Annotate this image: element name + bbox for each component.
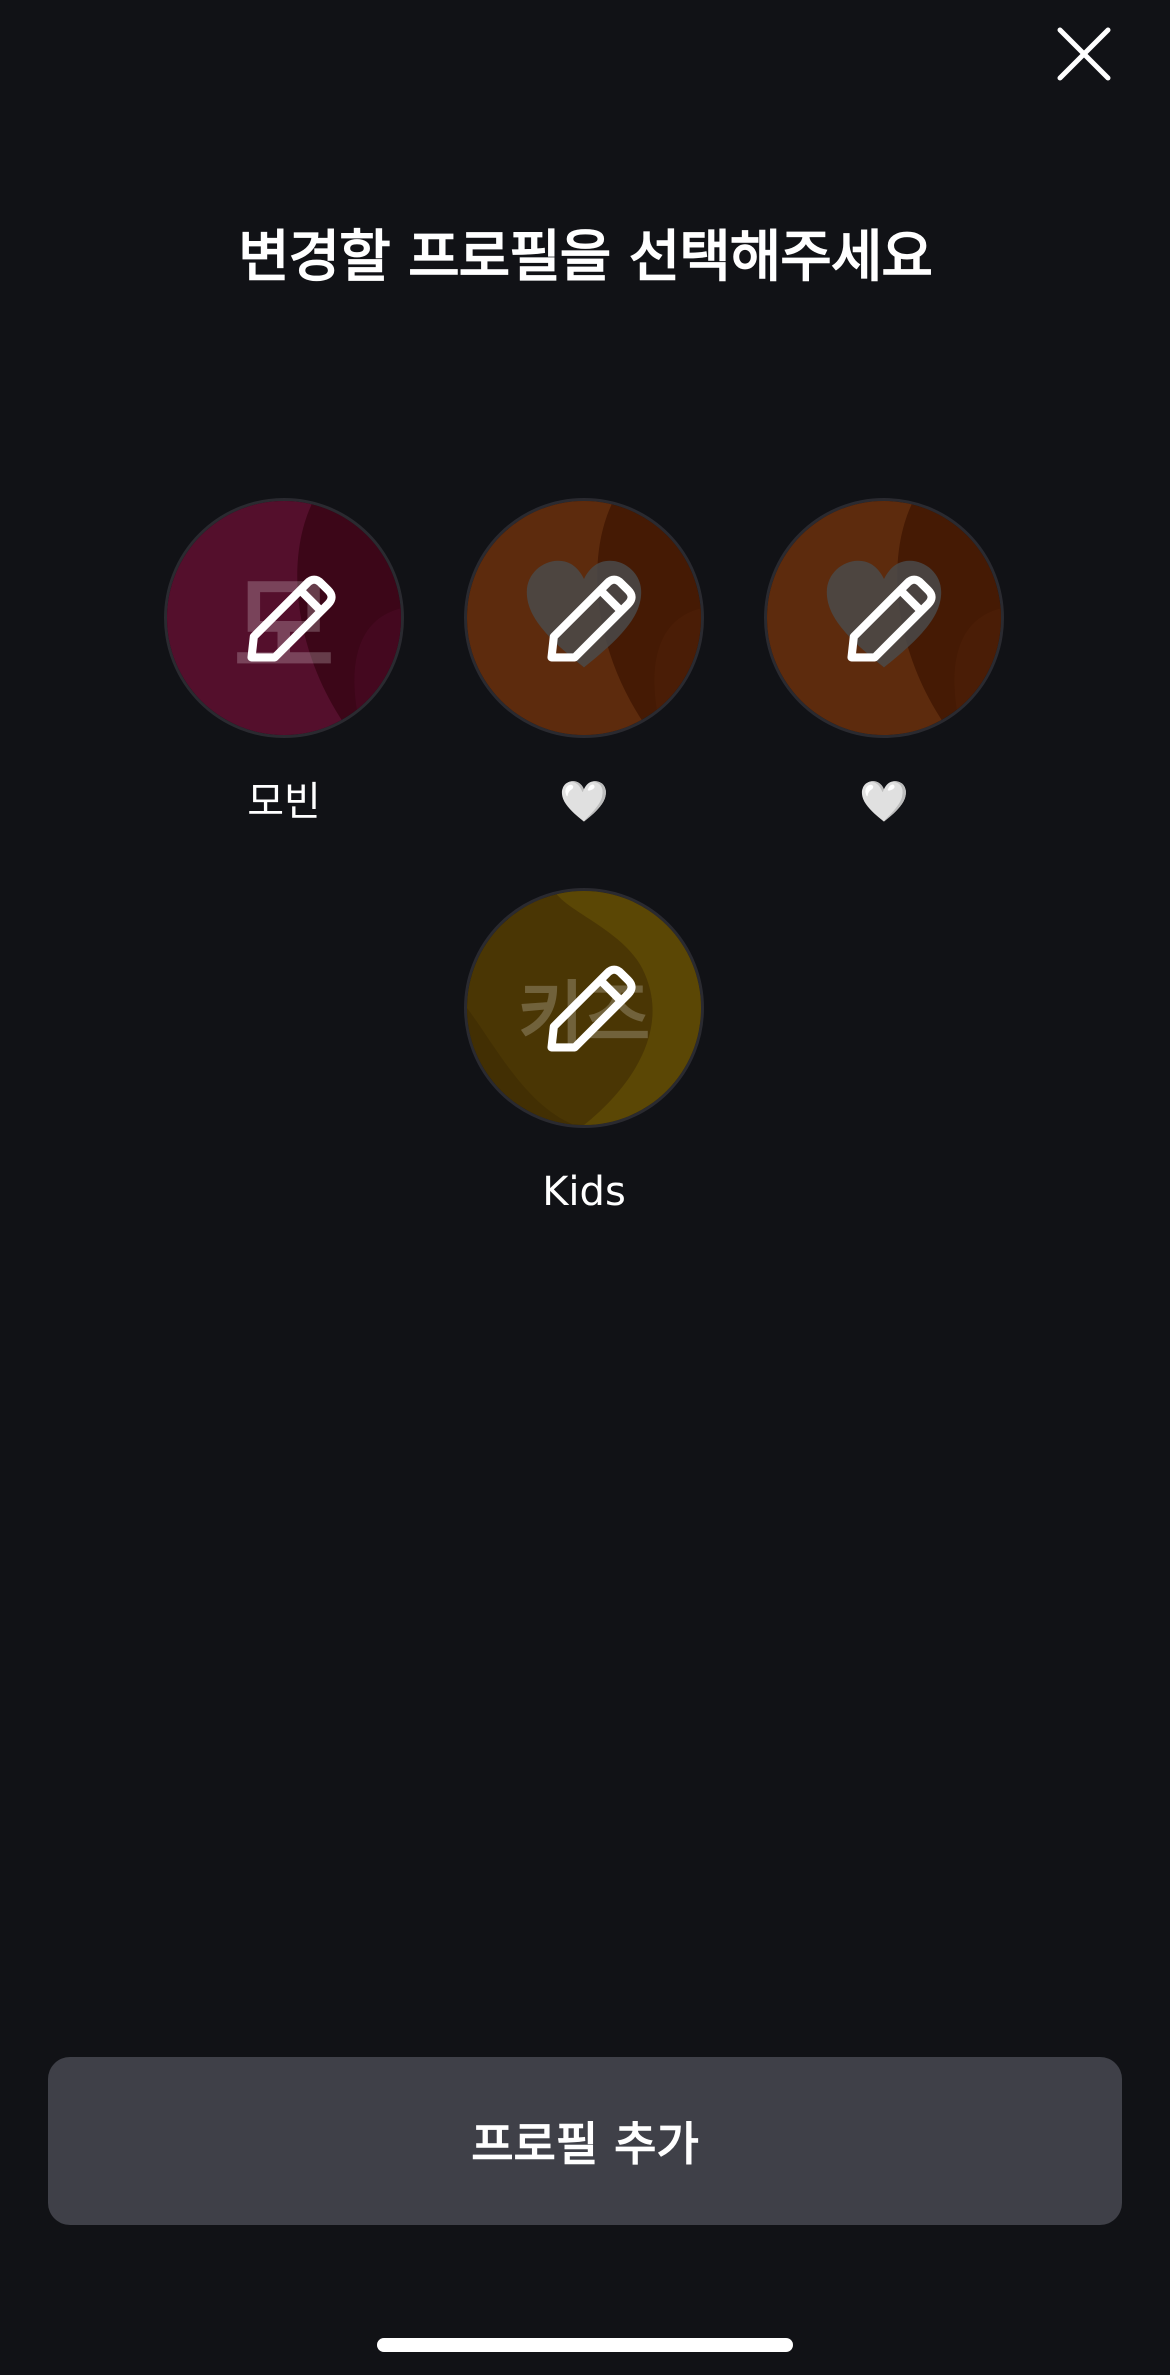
add-profile-label: 프로필 추가 [471, 2117, 699, 2171]
pencil-icon [547, 575, 636, 662]
profile-name: 모빈 [247, 779, 321, 825]
home-indicator[interactable] [377, 2338, 793, 2352]
profile-avatar[interactable] [464, 498, 704, 738]
profile-avatar[interactable]: 모 [164, 498, 404, 738]
profile-name: 🤍 [859, 779, 909, 825]
profile-name: 🤍 [559, 779, 609, 825]
pencil-icon [547, 965, 636, 1052]
profile-item[interactable]: 🤍 [734, 498, 1034, 822]
pencil-icon [247, 575, 336, 662]
add-profile-button[interactable]: 프로필 추가 [48, 2057, 1122, 2225]
edit-overlay [167, 501, 401, 735]
profile-name: Kids [542, 1169, 626, 1215]
edit-overlay [767, 501, 1001, 735]
profile-item[interactable]: 🤍 [434, 498, 734, 822]
close-button[interactable] [1052, 22, 1116, 86]
page-title: 변경할 프로필을 선택해주세요 [238, 225, 933, 290]
profile-avatar[interactable]: 키즈 [464, 888, 704, 1128]
edit-overlay [467, 891, 701, 1125]
pencil-icon [847, 575, 936, 662]
profile-item[interactable]: 키즈 Kids [434, 888, 734, 1212]
close-icon [1057, 27, 1111, 81]
profile-item[interactable]: 모 모빈 [134, 498, 434, 822]
edit-overlay [467, 501, 701, 735]
profile-avatar[interactable] [764, 498, 1004, 738]
